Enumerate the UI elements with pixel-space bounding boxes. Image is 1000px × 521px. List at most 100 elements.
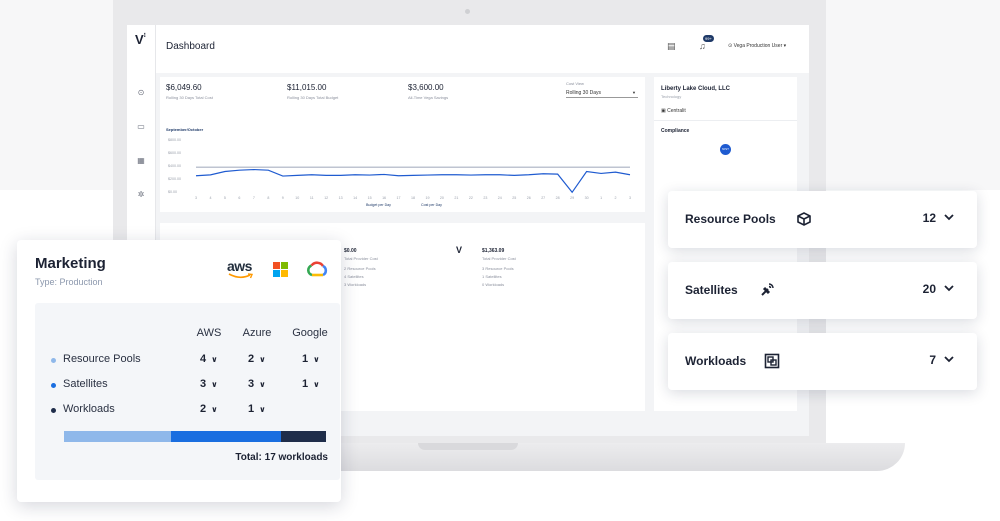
nav-settings-icon[interactable]: ✲	[136, 190, 146, 200]
chevron-down-icon: ∨	[259, 405, 266, 414]
x-tick-label: 11	[310, 196, 314, 200]
workload-distribution-bar	[64, 431, 326, 442]
cell-value: 2	[200, 403, 207, 415]
card-title: Marketing	[35, 255, 106, 272]
x-tick-label: 25	[512, 196, 516, 200]
cell-workloads-azure[interactable]: 1 ∨	[248, 403, 266, 415]
provider-aws-summary: $0.00 Total Provider Cost 2 Resource Poo…	[344, 247, 378, 289]
row-label-satellites: Satellites	[63, 378, 108, 390]
x-tick-label: 14	[353, 196, 357, 200]
stat-label: Rolling 30 Days Total Budget	[287, 95, 339, 100]
divider	[654, 120, 797, 121]
bell-icon[interactable]: ♫	[699, 41, 706, 51]
provider-satellites: 4 Satellites	[344, 274, 364, 279]
cell-satellites-aws[interactable]: 3 ∨	[200, 378, 218, 390]
x-tick-label: 5	[224, 196, 226, 200]
summary-count: 12	[922, 211, 936, 225]
chevron-down-icon[interactable]	[943, 353, 955, 365]
x-tick-label: 27	[541, 196, 545, 200]
satellite-icon	[761, 283, 774, 296]
provider-cost-label: Total Provider Cost	[482, 256, 516, 261]
summary-label: Workloads	[685, 354, 747, 368]
x-tick-label: 29	[570, 196, 574, 200]
provider-cost-label: Total Provider Cost	[344, 256, 378, 261]
x-tick-label: 18	[411, 196, 415, 200]
summary-count: 20	[922, 282, 936, 296]
x-tick-label: 23	[483, 196, 487, 200]
row-label-workloads: Workloads	[63, 403, 115, 415]
legend-label: Budget per Day	[366, 203, 391, 207]
x-tick-label: 19	[425, 196, 429, 200]
summary-card-workloads[interactable]: Workloads 7	[668, 333, 977, 390]
cell-resource-pools-aws[interactable]: 4 ∨	[200, 353, 218, 365]
aws-smile-icon	[228, 273, 254, 279]
topbar: Dashboard ▤ ♫ 99+ ⊙ Vega Production User…	[156, 25, 809, 73]
chevron-down-icon: ∨	[211, 380, 218, 389]
summary-card-resource-pools[interactable]: Resource Pools 12	[668, 191, 977, 248]
cell-satellites-azure[interactable]: 3 ∨	[248, 378, 266, 390]
nav-target-icon[interactable]: ⊙	[136, 88, 146, 98]
page-title: Dashboard	[166, 41, 215, 52]
compliance-badge[interactable]: NIST	[720, 144, 731, 155]
cell-resource-pools-azure[interactable]: 2 ∨	[248, 353, 266, 365]
x-tick-label: 2	[615, 196, 617, 200]
x-tick-label: 6	[238, 196, 240, 200]
cell-resource-pools-google[interactable]: 1 ∨	[302, 353, 320, 365]
x-tick-label: 21	[454, 196, 458, 200]
chart-title: September/October	[166, 127, 204, 132]
cell-value: 3	[248, 378, 255, 390]
x-tick-label: 16	[382, 196, 386, 200]
stat-value: $3,600.00	[408, 83, 444, 92]
compliance-heading: Compliance	[661, 128, 690, 134]
legend-dot-workloads	[51, 408, 56, 413]
bar-segment-resource-pools	[64, 431, 172, 442]
cell-value: 1	[302, 353, 309, 365]
provider-satellites: 1 Satellites	[482, 274, 502, 279]
cost-overview-card: $6,049.60 Rolling 30 Days Total Cost $11…	[160, 77, 645, 212]
vega-logo[interactable]: V⁝	[135, 32, 146, 47]
y-tick-label: $400.00	[168, 164, 181, 168]
cell-satellites-google[interactable]: 1 ∨	[302, 378, 320, 390]
total-workloads: Total: 17 workloads	[235, 452, 328, 463]
x-tick-label: 15	[368, 196, 372, 200]
cell-value: 1	[248, 403, 255, 415]
cell-workloads-aws[interactable]: 2 ∨	[200, 403, 218, 415]
marketing-card: Marketing Type: Production aws AWS Azure…	[17, 240, 341, 502]
nav-tag-icon[interactable]: ▭	[136, 122, 146, 132]
laptop-camera	[465, 9, 470, 14]
y-tick-label: $600.00	[168, 151, 181, 155]
cell-value: 4	[200, 353, 207, 365]
nav-report-icon[interactable]: ▦	[136, 156, 146, 166]
x-tick-label: 24	[498, 196, 502, 200]
org-centralit[interactable]: ▣ Centralit	[661, 108, 686, 114]
chat-icon[interactable]: ▤	[667, 41, 676, 52]
org-industry: Technology	[661, 94, 682, 99]
chevron-down-icon[interactable]	[943, 211, 955, 223]
bar-segment-workloads	[281, 431, 326, 442]
laptop-notch	[418, 443, 518, 450]
org-name: Liberty Lake Cloud, LLC	[661, 86, 731, 92]
user-menu[interactable]: ⊙ Vega Production User ▾	[728, 43, 786, 49]
x-tick-label: 13	[339, 196, 343, 200]
cost-view-value: Rolling 30 Days	[566, 90, 602, 96]
chevron-down-icon: ∨	[313, 355, 320, 364]
cost-view-select[interactable]: Rolling 30 Days ▼	[566, 87, 638, 98]
x-tick-label: 7	[253, 196, 255, 200]
chevron-down-icon[interactable]	[943, 282, 955, 294]
legend-dot-satellites	[51, 383, 56, 388]
x-tick-label: 17	[397, 196, 401, 200]
y-tick-label: $800.00	[168, 138, 181, 142]
row-label-resource-pools: Resource Pools	[63, 353, 141, 365]
summary-card-satellites[interactable]: Satellites 20	[668, 262, 977, 319]
cost-line-chart: $800.00 $600.00 $400.00 $200.00 $0.00 3 4 5 6 7 8 9…	[168, 138, 631, 207]
x-tick-label: 30	[585, 196, 589, 200]
chevron-down-icon: ∨	[211, 355, 218, 364]
chevron-down-icon: ∨	[313, 380, 320, 389]
x-tick-label: 8	[267, 196, 269, 200]
cell-value: 2	[248, 353, 255, 365]
x-tick-label: 28	[556, 196, 560, 200]
resource-pools-icon	[797, 212, 811, 226]
chevron-down-icon: ▼	[632, 90, 636, 95]
x-tick-label: 12	[324, 196, 328, 200]
x-tick-label: 1	[600, 196, 602, 200]
